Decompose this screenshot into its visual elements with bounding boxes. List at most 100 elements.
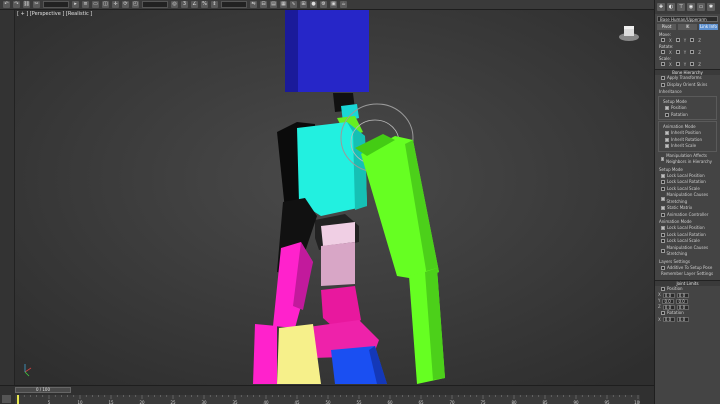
ruler-tick-label: 40 xyxy=(263,400,269,404)
schematic-icon[interactable]: ⊞ xyxy=(300,1,307,8)
pivot-button[interactable]: Pivot xyxy=(657,24,676,30)
scale-icon[interactable]: ◰ xyxy=(132,1,139,8)
motion-tab-icon[interactable]: ◉ xyxy=(687,3,695,11)
hierarchy-tab-icon[interactable]: ⊤ xyxy=(677,3,685,11)
lock-local-rotation2-checkbox[interactable] xyxy=(661,232,665,237)
render-frame-icon[interactable]: ▣ xyxy=(330,1,337,8)
link-icon[interactable]: ⛓ xyxy=(23,1,30,8)
pelvis-light xyxy=(321,222,355,246)
remember-layer-button[interactable]: Remember Layer Settings xyxy=(661,271,713,278)
move-icon[interactable]: ✛ xyxy=(112,1,119,8)
angle-snap-icon[interactable]: ∠ xyxy=(191,1,198,8)
lock-local-position2-checkbox[interactable] xyxy=(661,226,665,231)
apply-transforms-checkbox[interactable] xyxy=(661,76,665,81)
key-filter-icon[interactable] xyxy=(2,395,11,403)
axis-label: X xyxy=(669,38,672,43)
remember-layer-row[interactable]: Remember Layer Settings xyxy=(655,271,720,278)
manip-stretching-checkbox[interactable] xyxy=(661,196,665,201)
jl-position-checkbox[interactable] xyxy=(661,286,665,291)
pivot-icon[interactable]: ◎ xyxy=(171,1,178,8)
move-x-check[interactable] xyxy=(661,38,665,42)
align-icon[interactable]: ⊟ xyxy=(260,1,267,8)
unlink-icon[interactable]: ✂ xyxy=(33,1,40,8)
jl-pos-y-min[interactable]: 0.0 xyxy=(662,298,675,304)
manip-affects-checkbox[interactable] xyxy=(661,157,665,161)
jl-rot-x-max[interactable]: 0.0 xyxy=(676,317,689,322)
lock-local-scale2-checkbox[interactable] xyxy=(661,239,665,244)
manip-stretching2-row[interactable]: Manipulation Causes Stretching xyxy=(655,245,720,258)
region-icon[interactable]: ▭ xyxy=(92,1,99,8)
inherit-scale-row[interactable]: Inherit Scale xyxy=(659,143,716,150)
scale-x-check[interactable] xyxy=(661,62,665,66)
inherit-position-checkbox[interactable] xyxy=(665,131,669,136)
inherit-scale-checkbox[interactable] xyxy=(665,144,669,149)
rotate-y-check[interactable] xyxy=(675,50,680,54)
mirror-icon[interactable]: ⇋ xyxy=(250,1,257,8)
jl-pos-z-max[interactable]: 0.0 xyxy=(676,304,689,310)
inh-position-checkbox[interactable] xyxy=(665,106,669,111)
window-crossing-icon[interactable]: ◫ xyxy=(102,1,109,8)
frame-ruler[interactable]: 0510152025303540455055606570758085909510… xyxy=(15,395,640,404)
jl-rotation-checkbox[interactable] xyxy=(661,311,665,316)
inh-rotation-row[interactable]: Rotation xyxy=(659,112,716,119)
spinner-snap-icon[interactable]: ⇕ xyxy=(211,1,218,8)
manip-stretching2-checkbox[interactable] xyxy=(661,249,665,253)
link-info-button[interactable]: Link Info xyxy=(699,24,718,30)
manip-affects-row[interactable]: Manipulation Affects Neighbors in Hierar… xyxy=(655,153,720,166)
rotate-icon[interactable]: ⟳ xyxy=(122,1,129,8)
time-slider[interactable]: 0 / 100 xyxy=(15,387,71,393)
viewcube-icon[interactable] xyxy=(618,22,640,44)
render-setup-icon[interactable]: ⚙ xyxy=(320,1,327,8)
rotate-x-check[interactable] xyxy=(661,50,665,54)
animation-controller-radio[interactable] xyxy=(661,212,665,217)
perspective-viewport[interactable]: [ + ] [Perspective ] [Realistic ] xyxy=(15,10,654,385)
select-name-icon[interactable]: ≡ xyxy=(82,1,89,8)
static-matrix-radio[interactable] xyxy=(661,206,665,211)
selection-filter-dropdown[interactable] xyxy=(43,1,69,8)
redo-icon[interactable]: ↷ xyxy=(13,1,20,8)
inh-rotation-checkbox[interactable] xyxy=(665,112,669,117)
jl-pos-x-max[interactable]: 0.0 xyxy=(676,292,689,298)
ik-button[interactable]: IK xyxy=(678,24,697,30)
object-name-field[interactable]: Base Human/Upperarm xyxy=(657,16,718,22)
scale-y-check[interactable] xyxy=(675,62,680,66)
jl-pos-y-max[interactable]: 0.0 xyxy=(676,298,689,304)
lock-local-rotation-checkbox[interactable] xyxy=(661,180,665,185)
reference-coordinate-dropdown[interactable] xyxy=(142,1,168,8)
jl-pos-x-min[interactable]: 0.0 xyxy=(662,292,675,298)
graphite-icon[interactable]: ▦ xyxy=(280,1,287,8)
move-y-check[interactable] xyxy=(675,38,680,42)
inherit-rotation-checkbox[interactable] xyxy=(665,137,669,142)
jl-pos-z-min[interactable]: 0.0 xyxy=(662,304,675,310)
material-editor-icon[interactable]: ● xyxy=(310,1,317,8)
lock-local-position-checkbox[interactable] xyxy=(661,173,665,178)
timeline-bar: 0 / 100 05101520253035404550556065707580… xyxy=(0,385,654,404)
rotate-z-check[interactable] xyxy=(690,50,695,54)
lock-local-scale-checkbox[interactable] xyxy=(661,186,665,191)
modify-tab-icon[interactable]: ◐ xyxy=(667,3,675,11)
create-tab-icon[interactable]: ✚ xyxy=(657,3,665,11)
additive-pose-checkbox[interactable] xyxy=(661,265,665,270)
manip-stretching-row[interactable]: Manipulation Causes Stretching xyxy=(655,192,720,205)
render-icon[interactable]: ☕ xyxy=(340,1,347,8)
current-frame-marker[interactable] xyxy=(17,395,19,404)
scale-title: Scale: xyxy=(659,56,672,61)
percent-snap-icon[interactable]: % xyxy=(201,1,208,8)
scale-z-check[interactable] xyxy=(690,62,695,66)
display-orient-checkbox[interactable] xyxy=(661,82,665,87)
display-tab-icon[interactable]: ▭ xyxy=(697,3,705,11)
select-icon[interactable]: ▸ xyxy=(72,1,79,8)
undo-icon[interactable]: ↶ xyxy=(3,1,10,8)
named-selection-dropdown[interactable] xyxy=(221,1,247,8)
move-z-check[interactable] xyxy=(690,38,695,42)
snap-icon[interactable]: 3 xyxy=(181,1,188,8)
animation-mode2-title: Animation Mode xyxy=(659,219,692,224)
curve-editor-icon[interactable]: ∿ xyxy=(290,1,297,8)
ruler-tick-label: 10 xyxy=(77,400,83,404)
viewport-label[interactable]: [ + ] [Perspective ] [Realistic ] xyxy=(17,11,92,17)
utilities-tab-icon[interactable]: ✱ xyxy=(707,3,715,11)
jl-rot-x-min[interactable]: 0.0 xyxy=(662,317,675,322)
ruler-tick-label: 15 xyxy=(108,400,114,404)
ruler-tick-label: 80 xyxy=(511,400,517,404)
layer-icon[interactable]: ▤ xyxy=(270,1,277,8)
